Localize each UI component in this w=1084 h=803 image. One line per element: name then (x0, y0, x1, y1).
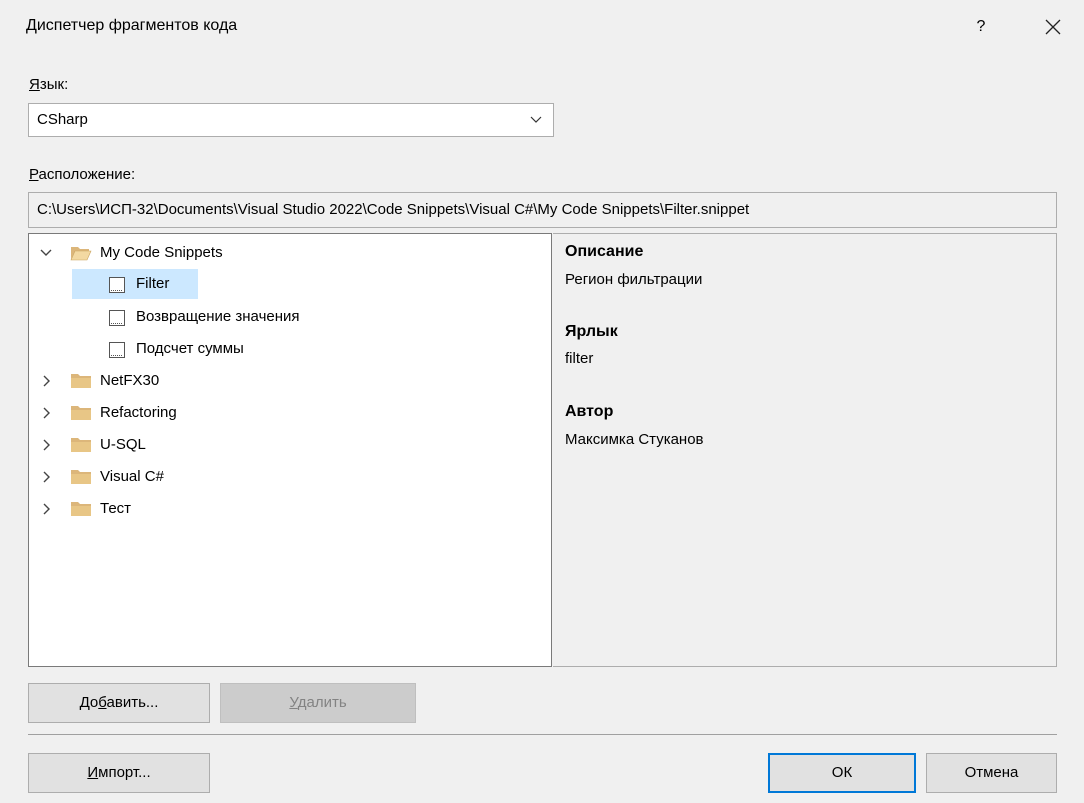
language-selected-value: CSharp (37, 111, 88, 128)
tree-item-label: NetFX30 (100, 372, 160, 389)
add-button[interactable]: Добавить... (28, 683, 210, 723)
tree-item-return-value[interactable]: Возвращение значения (108, 302, 488, 332)
tree-item-label: U-SQL (100, 436, 146, 453)
location-path-field[interactable]: C:\Users\ИСП-32\Documents\Visual Studio … (28, 192, 1057, 228)
snippet-manager-dialog: Диспетчер фрагментов кода ? Язык: CSharp… (0, 0, 1084, 803)
tree-item-label: Возвращение значения (136, 308, 300, 325)
shortcut-heading: Ярлык (565, 323, 618, 340)
tree-item-filter[interactable]: Filter (108, 269, 488, 299)
remove-button[interactable]: Удалить (220, 683, 416, 723)
divider (28, 734, 1057, 735)
author-value: Максимка Стуканов (565, 431, 704, 448)
tree-item-refactoring[interactable]: Refactoring (38, 398, 438, 428)
ok-button[interactable]: ОК (768, 753, 916, 793)
tree-item-my-code-snippets[interactable]: My Code Snippets (38, 238, 438, 268)
details-pane (553, 233, 1057, 667)
chevron-right-icon (43, 375, 50, 387)
tree-item-u-sql[interactable]: U-SQL (38, 430, 438, 460)
tree-item-test[interactable]: Тест (38, 494, 438, 524)
language-label: Язык: (29, 76, 69, 93)
folder-open-icon (70, 247, 92, 261)
title-bar: Диспетчер фрагментов кода ? (0, 0, 1084, 56)
snippet-file-icon (109, 277, 125, 293)
snippet-file-icon (109, 310, 125, 326)
chevron-down-icon (530, 116, 542, 123)
window-title: Диспетчер фрагментов кода (26, 17, 238, 34)
description-heading: Описание (565, 243, 644, 260)
tree-item-netfx30[interactable]: NetFX30 (38, 366, 438, 396)
import-button[interactable]: Импорт... (28, 753, 210, 793)
tree-item-label: Visual C# (100, 468, 164, 485)
close-button[interactable] (1038, 12, 1068, 42)
close-icon (1045, 19, 1061, 35)
chevron-right-icon (43, 407, 50, 419)
tree-item-label: Filter (136, 275, 170, 292)
language-select[interactable]: CSharp (28, 103, 554, 137)
chevron-right-icon (43, 503, 50, 515)
location-label: Расположение: (29, 166, 136, 183)
tree-item-label: My Code Snippets (100, 244, 223, 261)
cancel-button[interactable]: Отмена (926, 753, 1057, 793)
description-value: Регион фильтрации (565, 271, 703, 288)
chevron-right-icon (43, 439, 50, 451)
tree-item-visual-csharp[interactable]: Visual C# (38, 462, 438, 492)
chevron-down-icon (40, 249, 52, 256)
shortcut-value: filter (565, 350, 594, 367)
author-heading: Автор (565, 403, 614, 420)
tree-item-label: Тест (100, 500, 132, 517)
tree-item-label: Подсчет суммы (136, 340, 244, 357)
help-button[interactable]: ? (968, 14, 994, 40)
folder-icon (71, 470, 91, 484)
chevron-right-icon (43, 471, 50, 483)
folder-icon (71, 374, 91, 388)
folder-icon (71, 406, 91, 420)
snippet-file-icon (109, 342, 125, 358)
tree-item-sum-count[interactable]: Подсчет суммы (108, 334, 488, 364)
folder-icon (71, 438, 91, 452)
tree-item-label: Refactoring (100, 404, 177, 421)
folder-icon (71, 502, 91, 516)
